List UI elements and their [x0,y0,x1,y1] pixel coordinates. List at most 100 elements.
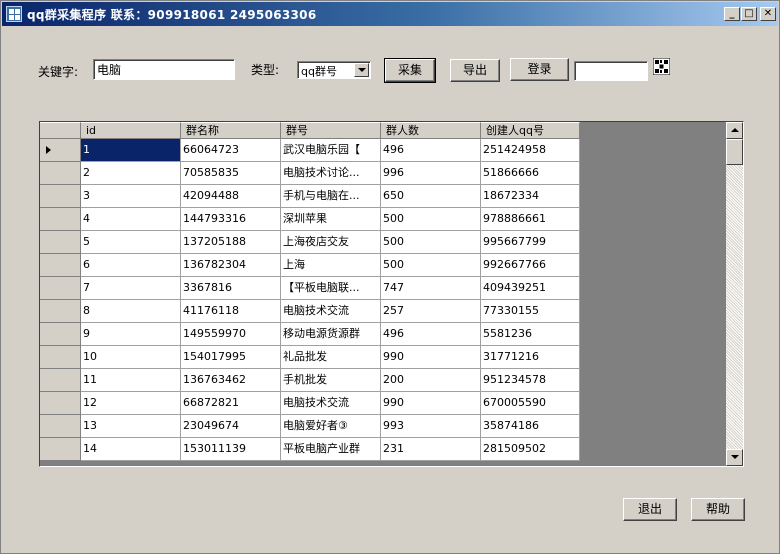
table-cell[interactable]: 251424958 [481,139,580,162]
table-cell[interactable]: 23049674 [181,415,281,438]
table-cell[interactable]: 200 [381,369,481,392]
table-cell[interactable]: 496 [381,139,481,162]
table-cell[interactable]: 武汉电脑乐园【 [281,139,381,162]
table-cell[interactable]: 500 [381,254,481,277]
row-header[interactable] [40,346,81,369]
table-cell[interactable]: 951234578 [481,369,580,392]
table-row[interactable]: 6 136782304 上海 500 992667766 [40,254,581,277]
table-cell[interactable]: 上海夜店交友 [281,231,381,254]
column-header[interactable]: 群名称 [181,122,281,139]
table-cell[interactable]: 51866666 [481,162,580,185]
type-select[interactable]: qq群号 [297,61,371,79]
table-cell[interactable]: 10 [81,346,181,369]
table-cell[interactable]: 670005590 [481,392,580,415]
table-cell[interactable]: 平板电脑产业群 [281,438,381,461]
export-button[interactable]: 导出 [450,59,500,82]
extra-input[interactable] [574,61,648,81]
row-header[interactable] [40,208,81,231]
close-button[interactable]: ✕ [760,7,776,21]
table-cell[interactable]: 礼品批发 [281,346,381,369]
data-grid[interactable]: id 群名称 群号 群人数 创建人qq号 1 66064723 武汉电脑乐园【 496 2514… [39,121,744,467]
column-header[interactable]: id [81,122,181,139]
row-header[interactable] [40,369,81,392]
table-cell[interactable]: 137205188 [181,231,281,254]
table-cell[interactable]: 41176118 [181,300,281,323]
table-row[interactable]: 14 153011139 平板电脑产业群 231 281509502 [40,438,581,461]
scroll-down-icon[interactable] [726,449,743,466]
help-button[interactable]: 帮助 [691,498,745,521]
row-header[interactable] [40,415,81,438]
table-row[interactable]: 11 136763462 手机批发 200 951234578 [40,369,581,392]
table-cell[interactable]: 3367816 [181,277,281,300]
chevron-down-icon[interactable] [354,63,369,77]
table-row[interactable]: 10 154017995 礼品批发 990 31771216 [40,346,581,369]
table-cell[interactable]: 747 [381,277,481,300]
table-cell[interactable]: 2 [81,162,181,185]
row-header[interactable] [40,162,81,185]
table-cell[interactable]: 电脑技术交流 [281,300,381,323]
captcha-image[interactable] [652,57,671,76]
table-cell[interactable]: 1 [81,139,181,162]
table-cell[interactable]: 993 [381,415,481,438]
row-header[interactable] [40,392,81,415]
keyword-input[interactable] [93,59,235,80]
row-header[interactable] [40,277,81,300]
table-row[interactable]: 9 149559970 移动电源货源群 496 5581236 [40,323,581,346]
scroll-thumb[interactable] [726,139,743,165]
vertical-scrollbar[interactable] [726,122,743,466]
table-cell[interactable]: 9 [81,323,181,346]
table-cell[interactable]: 深圳苹果 [281,208,381,231]
table-cell[interactable]: 978886661 [481,208,580,231]
table-cell[interactable]: 149559970 [181,323,281,346]
table-cell[interactable]: 5581236 [481,323,580,346]
table-cell[interactable]: 电脑技术讨论... [281,162,381,185]
table-cell[interactable]: 990 [381,392,481,415]
table-cell[interactable]: 500 [381,231,481,254]
table-cell[interactable]: 257 [381,300,481,323]
table-row[interactable]: 12 66872821 电脑技术交流 990 670005590 [40,392,581,415]
row-header[interactable] [40,300,81,323]
table-row[interactable]: 2 70585835 电脑技术讨论... 996 51866666 [40,162,581,185]
table-row[interactable]: 1 66064723 武汉电脑乐园【 496 251424958 [40,139,581,162]
table-cell[interactable]: 8 [81,300,181,323]
title-bar[interactable]: qq群采集程序 联系：909918061 2495063306 _ □ ✕ [2,2,778,26]
table-cell[interactable]: 14 [81,438,181,461]
table-row[interactable]: 13 23049674 电脑爱好者③ 993 35874186 [40,415,581,438]
table-cell[interactable]: 电脑爱好者③ [281,415,381,438]
table-cell[interactable]: 281509502 [481,438,580,461]
table-cell[interactable]: 70585835 [181,162,281,185]
table-cell[interactable]: 18672334 [481,185,580,208]
table-row[interactable]: 5 137205188 上海夜店交友 500 995667799 [40,231,581,254]
table-cell[interactable]: 496 [381,323,481,346]
maximize-button[interactable]: □ [741,7,757,21]
table-cell[interactable]: 144793316 [181,208,281,231]
table-cell[interactable]: 3 [81,185,181,208]
table-cell[interactable]: 4 [81,208,181,231]
table-cell[interactable]: 31771216 [481,346,580,369]
column-header[interactable]: 群号 [281,122,381,139]
table-cell[interactable]: 231 [381,438,481,461]
table-cell[interactable]: 手机与电脑在... [281,185,381,208]
minimize-button[interactable]: _ [724,7,740,21]
login-button[interactable]: 登录 [510,58,569,81]
table-cell[interactable]: 77330155 [481,300,580,323]
table-cell[interactable]: 12 [81,392,181,415]
table-cell[interactable]: 13 [81,415,181,438]
table-cell[interactable]: 5 [81,231,181,254]
table-cell[interactable]: 992667766 [481,254,580,277]
table-cell[interactable]: 153011139 [181,438,281,461]
table-cell[interactable]: 11 [81,369,181,392]
row-header[interactable] [40,231,81,254]
table-row[interactable]: 7 3367816 【平板电脑联... 747 409439251 [40,277,581,300]
row-header[interactable] [40,438,81,461]
table-cell[interactable]: 7 [81,277,181,300]
table-cell[interactable]: 上海 [281,254,381,277]
table-cell[interactable]: 136763462 [181,369,281,392]
table-cell[interactable]: 996 [381,162,481,185]
column-header[interactable]: 群人数 [381,122,481,139]
table-row[interactable]: 4 144793316 深圳苹果 500 978886661 [40,208,581,231]
table-cell[interactable]: 500 [381,208,481,231]
table-cell[interactable]: 电脑技术交流 [281,392,381,415]
table-cell[interactable]: 35874186 [481,415,580,438]
table-cell[interactable]: 6 [81,254,181,277]
